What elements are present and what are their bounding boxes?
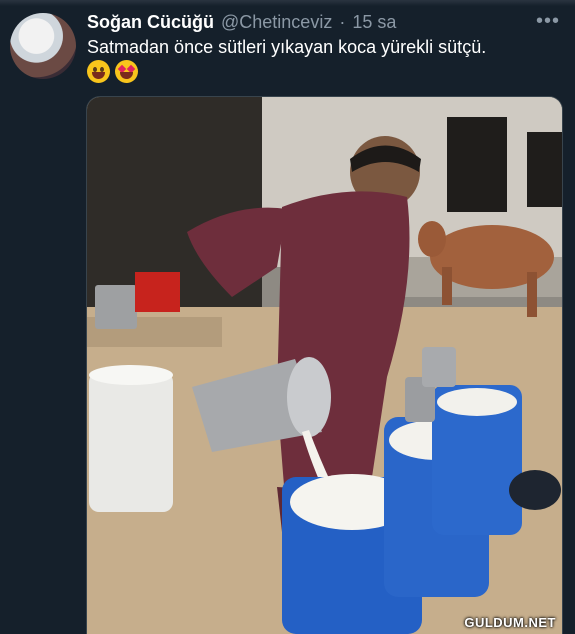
tweet-time[interactable]: 15 sa: [352, 12, 396, 33]
tweet-text: Satmadan önce sütleri yıkayan koca yürek…: [87, 37, 487, 57]
tweet-header: Soğan Cücüğü @Chetinceviz · 15 sa: [87, 10, 396, 34]
heart-eyes-face-icon: [115, 60, 138, 83]
separator-dot: ·: [339, 11, 346, 32]
more-options-icon[interactable]: •••: [536, 10, 560, 34]
top-edge: [0, 0, 575, 6]
watermark: GULDUM.NET: [464, 615, 556, 630]
milkman-photo: [87, 97, 562, 634]
emoji-row: [87, 60, 138, 83]
author-name[interactable]: Soğan Cücüğü: [87, 12, 214, 33]
tweet-photo[interactable]: GULDUM.NET: [86, 96, 563, 634]
avatar[interactable]: [10, 13, 76, 79]
author-handle[interactable]: @Chetinceviz: [221, 12, 332, 33]
grinning-face-icon: [87, 60, 110, 83]
